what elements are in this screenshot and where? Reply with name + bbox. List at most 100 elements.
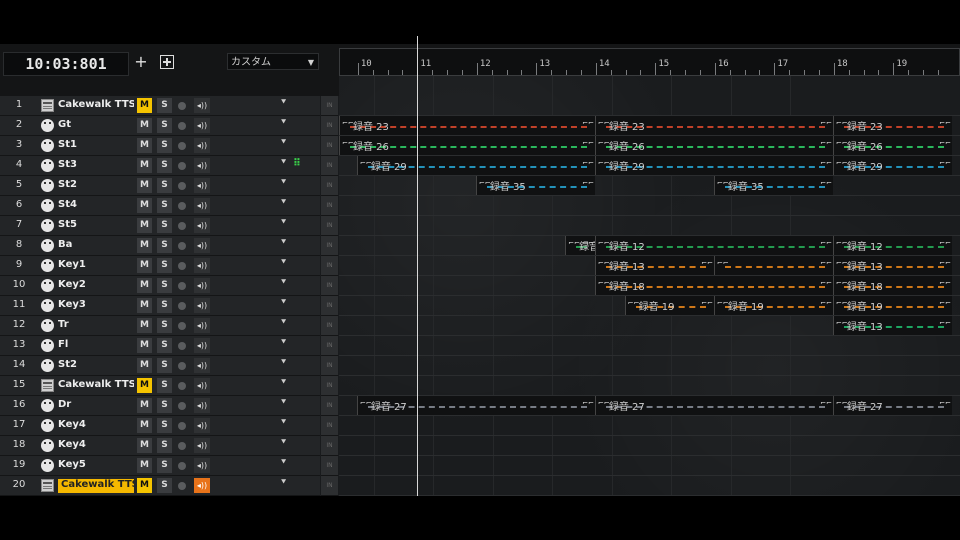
clip[interactable]: ⌐⌐ 録音 13 ⌐⌐ xyxy=(832,316,952,335)
solo-button[interactable]: S xyxy=(157,338,172,353)
solo-button[interactable]: S xyxy=(157,358,172,373)
clip[interactable]: ⌐⌐ 録音 19 ⌐⌐ xyxy=(832,296,952,315)
record-arm-icon[interactable] xyxy=(178,102,186,110)
solo-button[interactable]: S xyxy=(157,318,172,333)
mute-button[interactable]: M xyxy=(137,438,152,453)
track-row[interactable]: 10 Key2 M S ◂)) ⯆ xyxy=(0,276,320,296)
speaker-icon[interactable]: ◂)) xyxy=(194,358,210,373)
mute-button[interactable]: M xyxy=(137,278,152,293)
speaker-icon[interactable]: ◂)) xyxy=(194,338,210,353)
track-row[interactable]: 2 Gt M S ◂)) ⯆ xyxy=(0,116,320,136)
track-row[interactable]: 13 Fl M S ◂)) ⯆ xyxy=(0,336,320,356)
solo-button[interactable]: S xyxy=(157,178,172,193)
clip[interactable]: ⌐⌐ 録音 26 ⌐⌐ xyxy=(832,136,952,155)
track-row[interactable]: 19 Key5 M S ◂)) ⯆ xyxy=(0,456,320,476)
chevron-down-icon[interactable]: ⯆ xyxy=(280,298,287,308)
track-name[interactable]: Ba xyxy=(58,239,134,253)
track-strip-handle[interactable]: IN xyxy=(321,176,338,196)
track-strip-handle[interactable]: IN xyxy=(321,456,338,476)
track-row[interactable]: 17 Key4 M S ◂)) ⯆ xyxy=(0,416,320,436)
speaker-icon[interactable]: ◂)) xyxy=(194,118,210,133)
speaker-icon[interactable]: ◂)) xyxy=(194,298,210,313)
chevron-down-icon[interactable]: ⯆ xyxy=(280,118,287,128)
speaker-icon[interactable]: ◂)) xyxy=(194,158,210,173)
clip[interactable]: ⌐⌐ 録音 12 ⌐⌐ xyxy=(832,236,952,255)
clip[interactable]: ⌐⌐ 録音 29 ⌐⌐ xyxy=(832,156,952,175)
track-strip-handle[interactable]: IN xyxy=(321,276,338,296)
record-arm-icon[interactable] xyxy=(178,442,186,450)
track-name[interactable]: Key2 xyxy=(58,279,134,293)
track-name[interactable]: Cakewalk TTS- xyxy=(58,99,134,113)
solo-button[interactable]: S xyxy=(157,298,172,313)
record-arm-icon[interactable] xyxy=(178,222,186,230)
chevron-down-icon[interactable]: ⯆ xyxy=(280,158,287,168)
record-arm-icon[interactable] xyxy=(178,362,186,370)
track-strip-handle[interactable]: IN xyxy=(321,136,338,156)
mute-button[interactable]: M xyxy=(137,378,152,393)
clip[interactable]: ⌐⌐ ⌐⌐ xyxy=(713,256,833,275)
track-name[interactable]: St4 xyxy=(58,199,134,213)
clip[interactable]: ⌐⌐ 録音 29 ⌐⌐ xyxy=(356,156,595,175)
track-row[interactable]: 16 Dr M S ◂)) ⯆ xyxy=(0,396,320,416)
track-strip-handle[interactable]: IN xyxy=(321,356,338,376)
solo-button[interactable]: S xyxy=(157,98,172,113)
speaker-icon[interactable]: ◂)) xyxy=(194,378,210,393)
track-name[interactable]: Key3 xyxy=(58,299,134,313)
clip[interactable]: ⌐⌐ 録音 18 ⌐⌐ xyxy=(594,276,833,295)
track-row[interactable]: 14 St2 M S ◂)) ⯆ xyxy=(0,356,320,376)
solo-button[interactable]: S xyxy=(157,138,172,153)
track-row[interactable]: 1 Cakewalk TTS- M S ◂)) ⯆ xyxy=(0,96,320,116)
record-arm-icon[interactable] xyxy=(178,382,186,390)
chevron-down-icon[interactable]: ⯆ xyxy=(280,138,287,148)
clip-area[interactable]: ⌐⌐ 録音 23 ⌐⌐ ⌐⌐ 録音 23 ⌐⌐ ⌐⌐ 録音 23 ⌐⌐ ⌐⌐ 録音 26 ⌐⌐ ⌐⌐ 録音… xyxy=(339,76,960,496)
solo-button[interactable]: S xyxy=(157,398,172,413)
record-arm-icon[interactable] xyxy=(178,262,186,270)
track-strip-handle[interactable]: IN xyxy=(321,336,338,356)
clip[interactable]: ⌐⌐ 録音 26 ⌐⌐ xyxy=(339,136,595,155)
playhead[interactable] xyxy=(417,36,418,496)
speaker-icon[interactable]: ◂)) xyxy=(194,318,210,333)
track-strip-handle[interactable]: IN xyxy=(321,196,338,216)
chevron-down-icon[interactable]: ⯆ xyxy=(280,258,287,268)
mute-button[interactable]: M xyxy=(137,358,152,373)
mute-button[interactable]: M xyxy=(137,458,152,473)
record-arm-icon[interactable] xyxy=(178,242,186,250)
clip[interactable]: ⌐⌐ 録音 13 ⌐⌐ xyxy=(832,256,952,275)
clip[interactable]: ⌐⌐ 録音 27 ⌐⌐ xyxy=(594,396,833,415)
mute-button[interactable]: M xyxy=(137,478,152,493)
track-name[interactable]: St2 xyxy=(58,359,134,373)
mute-button[interactable]: M xyxy=(137,118,152,133)
track-strip-handle[interactable]: IN xyxy=(321,296,338,316)
mute-button[interactable]: M xyxy=(137,298,152,313)
solo-button[interactable]: S xyxy=(157,258,172,273)
track-strip-handle[interactable]: IN xyxy=(321,436,338,456)
solo-button[interactable]: S xyxy=(157,478,172,493)
speaker-icon[interactable]: ◂)) xyxy=(194,218,210,233)
chevron-down-icon[interactable]: ⯆ xyxy=(280,478,287,488)
track-name[interactable]: Key4 xyxy=(58,439,134,453)
solo-button[interactable]: S xyxy=(157,458,172,473)
track-row[interactable]: 11 Key3 M S ◂)) ⯆ xyxy=(0,296,320,316)
chevron-down-icon[interactable]: ⯆ xyxy=(280,198,287,208)
record-arm-icon[interactable] xyxy=(178,342,186,350)
clip[interactable]: ⌐⌐ 録音 29 ⌐⌐ xyxy=(594,156,833,175)
track-name[interactable]: St3 xyxy=(58,159,134,173)
record-arm-icon[interactable] xyxy=(178,322,186,330)
speaker-icon[interactable]: ◂)) xyxy=(194,178,210,193)
clip[interactable]: ⌐⌐ 録音 18 ⌐⌐ xyxy=(832,276,952,295)
chevron-down-icon[interactable]: ⯆ xyxy=(280,98,287,108)
speaker-icon[interactable]: ◂)) xyxy=(194,418,210,433)
mute-button[interactable]: M xyxy=(137,418,152,433)
mute-button[interactable]: M xyxy=(137,198,152,213)
record-arm-icon[interactable] xyxy=(178,462,186,470)
clip[interactable]: ⌐⌐ 録音 23 ⌐⌐ xyxy=(594,116,833,135)
track-name[interactable]: Key1 xyxy=(58,259,134,273)
speaker-icon[interactable]: ◂)) xyxy=(194,458,210,473)
track-strip-handle[interactable]: IN xyxy=(321,156,338,176)
track-strip-handle[interactable]: IN xyxy=(321,316,338,336)
chevron-down-icon[interactable]: ⯆ xyxy=(280,418,287,428)
speaker-icon[interactable]: ◂)) xyxy=(194,478,210,493)
mute-button[interactable]: M xyxy=(137,138,152,153)
track-name[interactable]: St2 xyxy=(58,179,134,193)
mute-button[interactable]: M xyxy=(137,178,152,193)
